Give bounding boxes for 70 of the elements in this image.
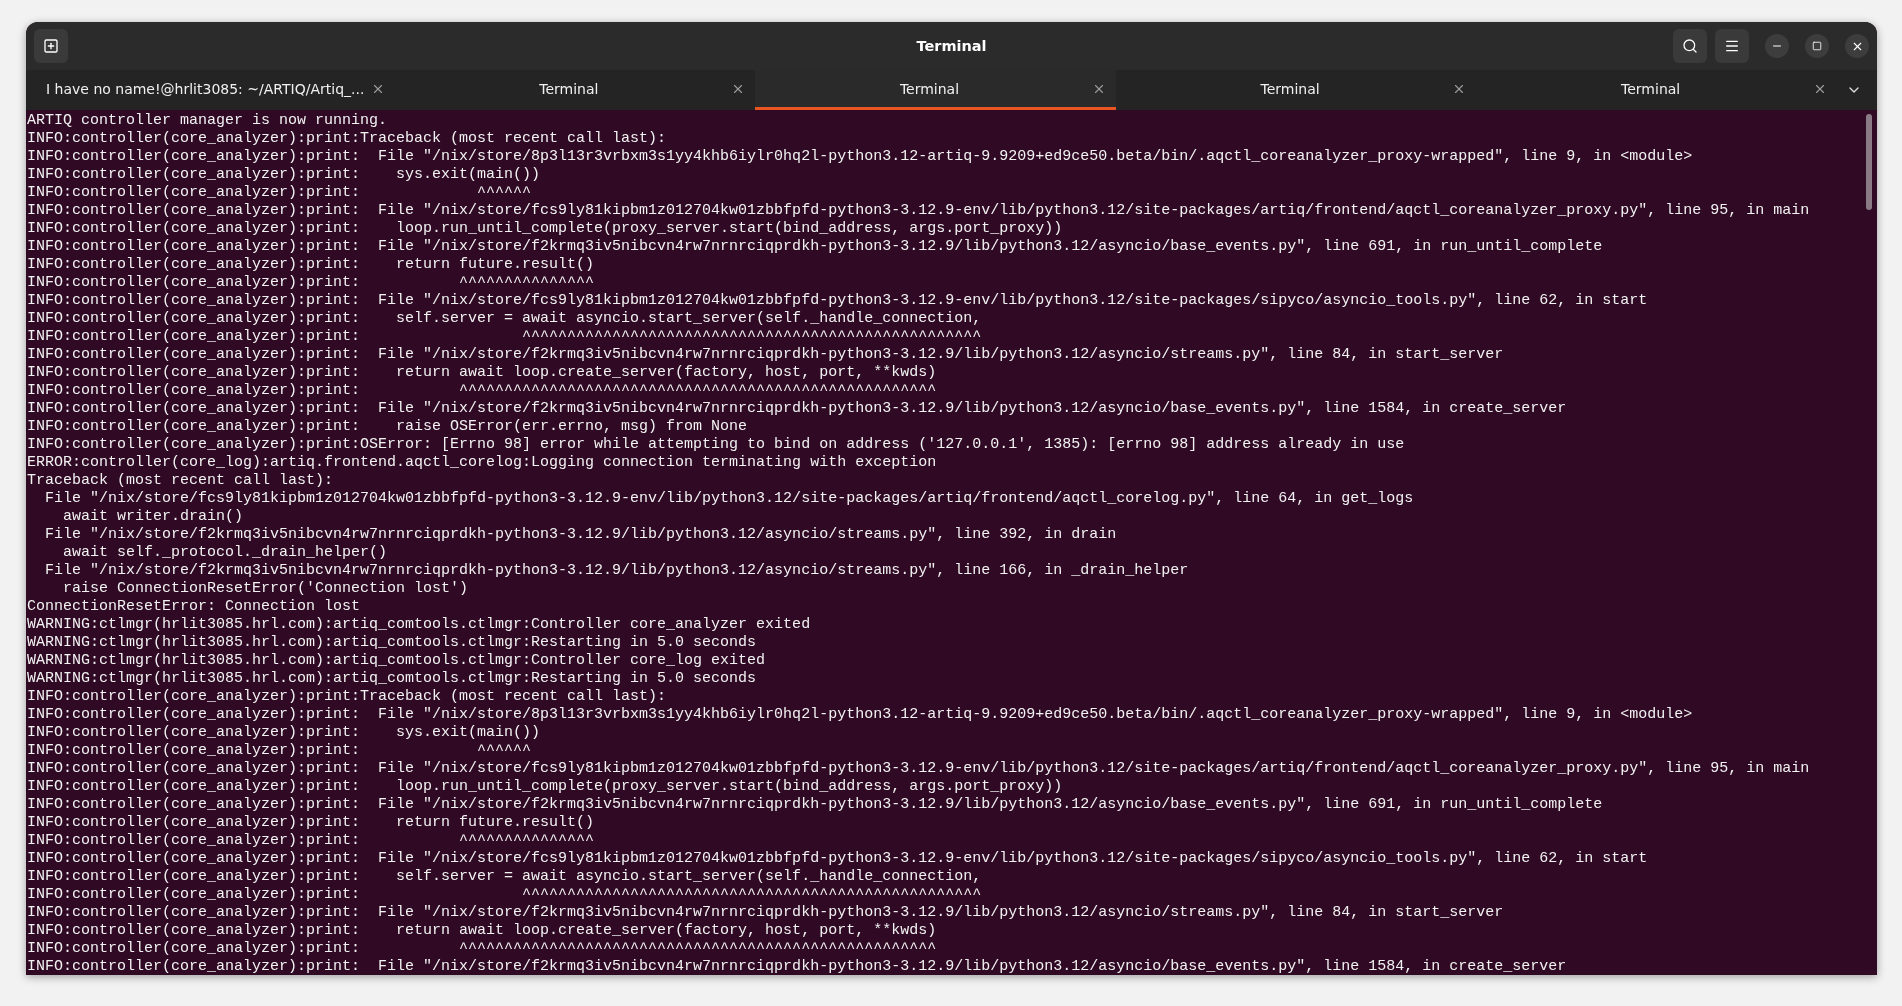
terminal-line: INFO:controller(core_analyzer):print: File "/nix/store/8p3l13r3vrbxm3s1yy4khb6iylr0hq2l-python3.12-artiq-9.9209+ed9ce50.beta/bin/.aqctl_coreanalyzer_proxy-wrapped", line 9, in <module>: [27, 706, 1694, 724]
terminal-line: INFO:controller(core_analyzer):print: File "/nix/store/f2krmq3iv5nibcvn4rw7nrnrciqprdkh-python3-3.12.9/lib/python3.12/asyncio/streams.py", line 84, in start_server: [27, 346, 1505, 364]
search-icon: [1682, 38, 1698, 54]
terminal-line: INFO:controller(core_analyzer):print: raise OSError(err.errno, msg) from None: [27, 418, 749, 436]
terminal-line: WARNING:ctlmgr(hrlit3085.hrl.com):artiq_comtools.ctlmgr:Restarting in 5.0 seconds: [27, 634, 758, 652]
terminal-line: Traceback (most recent call last):: [27, 472, 335, 490]
new-tab-button[interactable]: [34, 29, 68, 63]
search-button[interactable]: [1673, 29, 1707, 63]
terminal-line: File "/nix/store/f2krmq3iv5nibcvn4rw7nrnrciqprdkh-python3-3.12.9/lib/python3.12/asyncio/streams.py", line 166, in _drain_helper: [44, 562, 1190, 580]
tab[interactable]: Terminal: [394, 70, 756, 110]
terminal-line: File "/nix/store/f2krmq3iv5nibcvn4rw7nrnrciqprdkh-python3-3.12.9/lib/python3.12/asyncio/streams.py", line 392, in drain: [44, 526, 1118, 544]
terminal-line: INFO:controller(core_analyzer):print: return future.result(): [27, 256, 596, 274]
tab-label: I have no name!@hrlit3085: ~/ARTIQ/Artiq_...: [46, 80, 366, 97]
minimize-button[interactable]: [1765, 34, 1789, 58]
terminal-line: INFO:controller(core_analyzer):print: return await loop.create_server(factory, host, port, **kwds): [27, 364, 938, 382]
menu-icon: [1724, 38, 1740, 54]
tab[interactable]: Terminal: [1476, 70, 1837, 110]
terminal-line: INFO:controller(core_analyzer):print: sys.exit(main()): [27, 166, 542, 184]
terminal-line: INFO:controller(core_analyzer):print: File "/nix/store/f2krmq3iv5nibcvn4rw7nrnrciqprdkh-python3-3.12.9/lib/python3.12/asyncio/base_events.py", line 1584, in create_server: [27, 400, 1568, 418]
terminal-line: INFO:controller(core_analyzer):print: return future.result(): [27, 814, 596, 832]
terminal-line: WARNING:ctlmgr(hrlit3085.hrl.com):artiq_comtools.ctlmgr:Controller core_log exited: [27, 652, 767, 670]
terminal-line: INFO:controller(core_analyzer):print: loop.run_until_complete(proxy_server.start(bind_address, args.port_proxy)): [27, 220, 1064, 238]
maximize-button[interactable]: [1805, 34, 1829, 58]
tab-label: Terminal: [1259, 80, 1321, 97]
terminal-line: INFO:controller(core_analyzer):print: return await loop.create_server(factory, host, port, **kwds): [27, 922, 938, 940]
terminal-line: INFO:controller(core_analyzer):print: ^^^^^^^^^^^^^^^^^^^^^^^^^^^^^^^^^^^^^^^^^^^^^^^^^^^: [27, 328, 983, 346]
terminal-line: ERROR:controller(core_log):artiq.frontend.aqctl_corelog:Logging connection terminating with exception: [27, 454, 938, 472]
terminal-line: INFO:controller(core_analyzer):print: File "/nix/store/f2krmq3iv5nibcvn4rw7nrnrciqprdkh-python3-3.12.9/lib/python3.12/asyncio/base_events.py", line 1584, in create_server: [27, 958, 1568, 975]
terminal-line: INFO:controller(core_analyzer):print: ^^^^^^^^^^^^^^^: [27, 274, 596, 292]
terminal-line: INFO:controller(core_analyzer):print: self.server = await asyncio.start_server(self._handle_connection,: [27, 310, 983, 328]
tab[interactable]: I have no name!@hrlit3085: ~/ARTIQ/Artiq_...: [34, 70, 395, 110]
close-button[interactable]: [1845, 34, 1869, 58]
terminal-line: ConnectionResetError: Connection lost: [27, 598, 362, 616]
terminal-line: INFO:controller(core_analyzer):print: ^^^^^^^^^^^^^^^: [27, 832, 596, 850]
tab-label: Terminal: [1620, 80, 1682, 97]
scrollbar[interactable]: [1866, 114, 1872, 210]
terminal-line: INFO:controller(core_analyzer):print: File "/nix/store/f2krmq3iv5nibcvn4rw7nrnrciqprdkh-python3-3.12.9/lib/python3.12/asyncio/base_events.py", line 691, in run_until_complete: [27, 238, 1604, 256]
terminal-line: raise ConnectionResetError('Connection lost'): [62, 580, 470, 598]
terminal-line: await self._protocol._drain_helper(): [62, 544, 389, 562]
terminal-line: INFO:controller(core_analyzer):print: File "/nix/store/fcs9ly81kipbm1z012704kw01zbbfpfd-python3-3.12.9-env/lib/python3.12/site-packages/artiq/frontend/aqctl_coreanalyzer_proxy.py", line 95, in main: [27, 760, 1811, 778]
window-title: Terminal: [916, 38, 987, 54]
terminal-line: INFO:controller(core_analyzer):print: sys.exit(main()): [27, 724, 542, 742]
terminal-line: INFO:controller(core_analyzer):print: ^^^^^^: [27, 184, 533, 202]
terminal-line: WARNING:ctlmgr(hrlit3085.hrl.com):artiq_comtools.ctlmgr:Controller core_analyzer exited: [27, 616, 812, 634]
terminal-line: INFO:controller(core_analyzer):print: File "/nix/store/8p3l13r3vrbxm3s1yy4khb6iylr0hq2l-python3.12-artiq-9.9209+ed9ce50.beta/bin/.aqctl_coreanalyzer_proxy-wrapped", line 9, in <module>: [27, 148, 1694, 166]
terminal-line: INFO:controller(core_analyzer):print: ^^^^^^: [27, 742, 533, 760]
menu-button[interactable]: [1715, 29, 1749, 63]
new-tab-icon: [43, 38, 59, 54]
terminal-line: INFO:controller(core_analyzer):print:OSError: [Errno 98] error while attempting to bind on address ('127.0.0.1', 1385): [errno 98] address already in use: [27, 436, 1406, 454]
terminal-line: INFO:controller(core_analyzer):print: loop.run_until_complete(proxy_server.start(bind_address, args.port_proxy)): [27, 778, 1064, 796]
terminal-line: INFO:controller(core_analyzer):print: File "/nix/store/f2krmq3iv5nibcvn4rw7nrnrciqprdkh-python3-3.12.9/lib/python3.12/asyncio/streams.py", line 84, in start_server: [27, 904, 1505, 922]
tab-label: Terminal: [538, 80, 600, 97]
terminal-line: INFO:controller(core_analyzer):print:Traceback (most recent call last):: [27, 130, 668, 148]
terminal-line: INFO:controller(core_analyzer):print: ^^^^^^^^^^^^^^^^^^^^^^^^^^^^^^^^^^^^^^^^^^^^^^^^^^^: [27, 886, 983, 904]
tab[interactable]: Terminal: [1115, 70, 1477, 110]
terminal-line: File "/nix/store/fcs9ly81kipbm1z012704kw01zbbfpfd-python3-3.12.9-env/lib/python3.12/site-packages/artiq/frontend/aqctl_corelog.py", line 64, in get_logs: [44, 490, 1415, 508]
terminal-line: INFO:controller(core_analyzer):print: ^^^^^^^^^^^^^^^^^^^^^^^^^^^^^^^^^^^^^^^^^^^^^^^^^^^^^: [27, 940, 938, 958]
terminal-line: await writer.drain(): [62, 508, 245, 526]
terminal-line: INFO:controller(core_analyzer):print: self.server = await asyncio.start_server(self._handle_connection,: [27, 868, 983, 886]
terminal-line: INFO:controller(core_analyzer):print:Traceback (most recent call last):: [27, 688, 668, 706]
terminal-line: WARNING:ctlmgr(hrlit3085.hrl.com):artiq_comtools.ctlmgr:Restarting in 5.0 seconds: [27, 670, 758, 688]
terminal-line: INFO:controller(core_analyzer):print: File "/nix/store/f2krmq3iv5nibcvn4rw7nrnrciqprdkh-python3-3.12.9/lib/python3.12/asyncio/base_events.py", line 691, in run_until_complete: [27, 796, 1604, 814]
terminal-line: INFO:controller(core_analyzer):print: File "/nix/store/fcs9ly81kipbm1z012704kw01zbbfpfd-python3-3.12.9-env/lib/python3.12/site-packages/sipyco/asyncio_tools.py", line 62, in start: [27, 850, 1649, 868]
terminal-line: INFO:controller(core_analyzer):print: File "/nix/store/fcs9ly81kipbm1z012704kw01zbbfpfd-python3-3.12.9-env/lib/python3.12/site-packages/artiq/frontend/aqctl_coreanalyzer_proxy.py", line 95, in main: [27, 202, 1811, 220]
terminal-line: ARTIQ controller manager is now running.: [27, 112, 389, 130]
tab[interactable]: Terminal: [755, 70, 1116, 110]
tab-label: Terminal: [898, 80, 961, 97]
terminal-line: INFO:controller(core_analyzer):print: File "/nix/store/fcs9ly81kipbm1z012704kw01zbbfpfd-python3-3.12.9-env/lib/python3.12/site-packages/sipyco/asyncio_tools.py", line 62, in start: [27, 292, 1649, 310]
maximize-icon: [1812, 41, 1822, 51]
terminal-line: INFO:controller(core_analyzer):print: ^^^^^^^^^^^^^^^^^^^^^^^^^^^^^^^^^^^^^^^^^^^^^^^^^^^^^: [27, 382, 938, 400]
